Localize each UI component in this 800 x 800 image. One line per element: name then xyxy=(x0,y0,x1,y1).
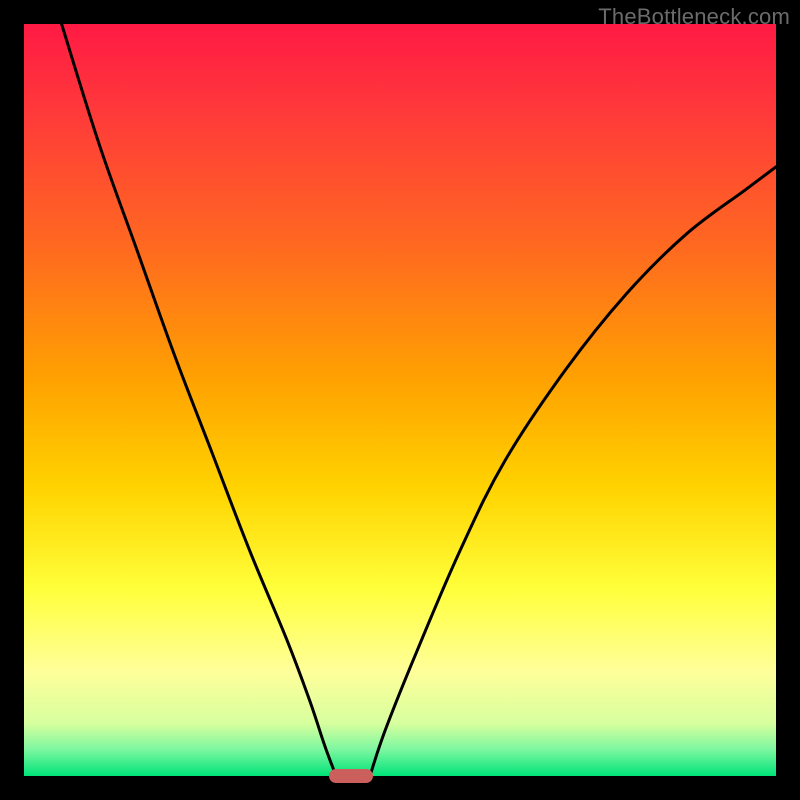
bottleneck-marker xyxy=(329,769,373,783)
bottleneck-plot xyxy=(24,24,776,776)
watermark-text: TheBottleneck.com xyxy=(598,4,790,30)
gradient-background xyxy=(24,24,776,776)
